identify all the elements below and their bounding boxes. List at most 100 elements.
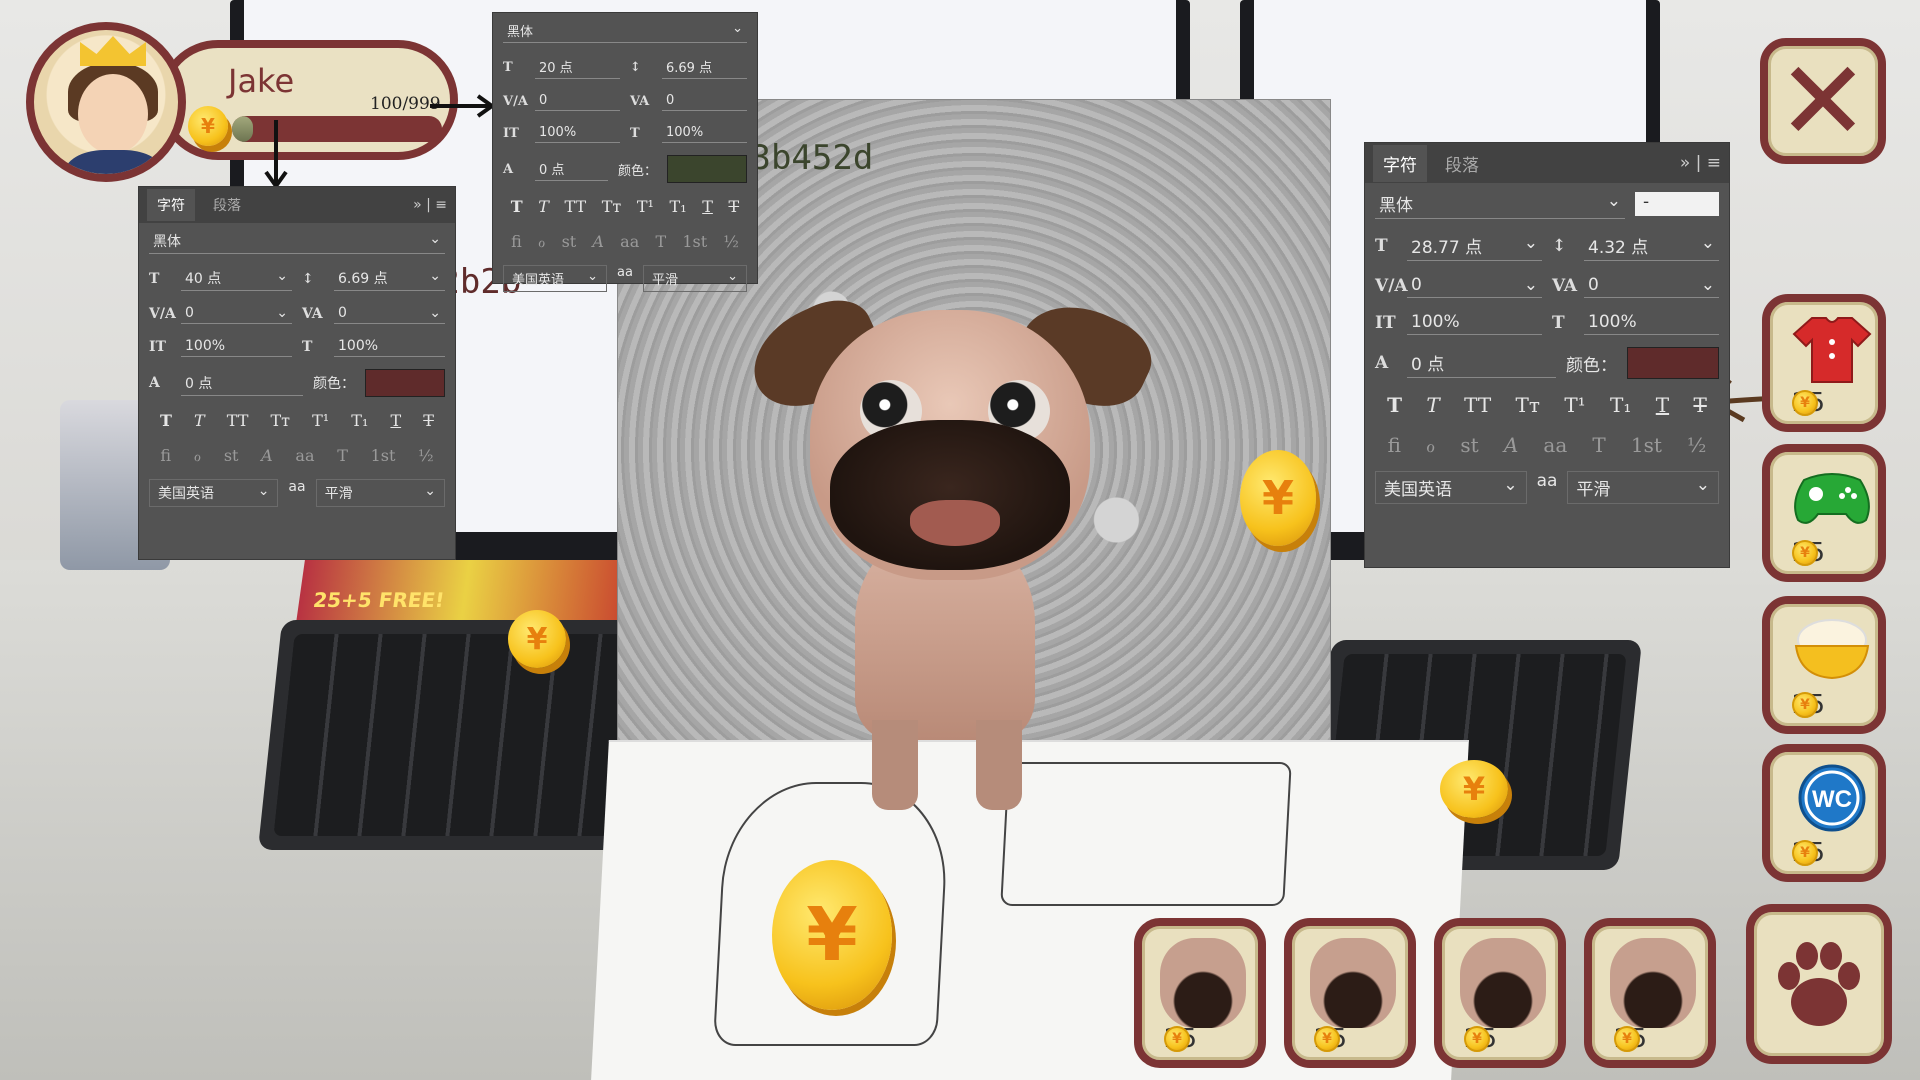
antialias-select[interactable]: 平滑 ⌄ — [642, 265, 747, 292]
progress-fill — [232, 116, 253, 142]
pug-3d-model[interactable] — [737, 286, 1170, 820]
pug-face-icon — [1460, 938, 1546, 1028]
opentype-row[interactable]: fi ℴ st Aaa T 1st ½ — [139, 438, 455, 473]
font-size-icon: T — [1375, 236, 1388, 256]
price-tag: ¥25 — [1792, 388, 1825, 418]
font-family-select[interactable]: 黑体 ⌄ — [503, 19, 747, 43]
language-select[interactable]: 美国英语 ⌄ — [149, 479, 279, 507]
language-select[interactable]: 美国英语 ⌄ — [503, 265, 608, 292]
baseline-field[interactable]: 0 点 — [535, 157, 608, 181]
price-tag: ¥25 — [1792, 538, 1825, 568]
yuan-coin-icon: ¥ — [1792, 390, 1818, 416]
baseline-field[interactable]: 0 点 — [1407, 348, 1556, 378]
leading-icon: ↕ — [630, 59, 641, 75]
pet-slot[interactable]: ¥25 — [1134, 918, 1266, 1068]
tracking-field[interactable]: 0 ⌄ — [1584, 273, 1719, 298]
pet-slot[interactable]: ¥25 — [1434, 918, 1566, 1068]
color-label: 颜色： — [313, 376, 355, 392]
baseline-field[interactable]: 0 点 — [181, 371, 303, 396]
leading-field[interactable]: 4.32 点 ⌄ — [1584, 231, 1719, 261]
font-family-select[interactable]: 黑体 ⌄ — [1375, 189, 1625, 219]
tab-paragraph[interactable]: 段落 — [203, 189, 251, 221]
tab-character[interactable]: 字符 — [147, 189, 195, 221]
pet-slot[interactable]: ¥25 — [1284, 918, 1416, 1068]
hscale-field[interactable]: 100% — [662, 123, 747, 143]
glyph-style-row[interactable]: T T TT Tт T¹ T₁ T T — [1365, 385, 1729, 425]
price-tag: ¥25 — [1164, 1024, 1197, 1054]
leading-field[interactable]: 6.69 点 — [662, 55, 747, 79]
yuan-coin-icon: ¥ — [1792, 840, 1818, 866]
avatar[interactable] — [26, 22, 186, 182]
yuan-coin-icon[interactable]: ¥ — [508, 610, 566, 668]
crown-icon — [80, 36, 146, 66]
shop-item-toilet[interactable]: WC ¥25 — [1762, 744, 1886, 882]
pug-leg — [872, 720, 918, 810]
kerning-field[interactable]: 0 ⌄ — [1407, 273, 1542, 298]
color-label: 颜色： — [617, 163, 657, 179]
shop-item-food-bowl[interactable]: ¥25 — [1762, 596, 1886, 734]
shop-item-shirt[interactable]: ¥25 — [1762, 294, 1886, 432]
pets-menu-button[interactable] — [1746, 904, 1892, 1064]
close-button[interactable]: ✕ — [1760, 38, 1886, 164]
vscale-field[interactable]: 100% — [1407, 310, 1542, 335]
antialias-select[interactable]: 平滑 ⌄ — [315, 479, 446, 507]
tracking-field[interactable]: 0 — [662, 91, 747, 111]
player-name: Jake — [228, 62, 295, 100]
kerning-field[interactable]: 0 ⌄ — [181, 303, 292, 324]
hscale-field[interactable]: 100% — [334, 336, 445, 357]
baseline-icon: A — [1375, 353, 1389, 373]
hscale-field[interactable]: 100% — [1584, 310, 1719, 335]
pet-slot[interactable]: ¥25 — [1584, 918, 1716, 1068]
tab-paragraph[interactable]: 段落 — [1435, 145, 1489, 182]
aa-label: aa — [288, 479, 306, 495]
close-icon: ✕ — [1776, 37, 1870, 165]
font-size-icon: T — [149, 270, 160, 287]
antialias-select[interactable]: 平滑 ⌄ — [1567, 471, 1719, 504]
shop-item-gamepad[interactable]: ¥25 — [1762, 444, 1886, 582]
font-size-field[interactable]: 28.77 点 ⌄ — [1407, 231, 1542, 261]
color-swatch[interactable] — [365, 369, 445, 397]
color-swatch[interactable] — [1627, 347, 1719, 379]
yuan-coin-icon[interactable]: ¥ — [772, 860, 892, 1010]
price-tag: ¥25 — [1314, 1024, 1347, 1054]
vscale-field[interactable]: 100% — [181, 336, 292, 357]
baseline-icon: A — [503, 161, 514, 177]
food-bowl-icon — [1794, 619, 1870, 680]
yuan-coin-icon[interactable]: ¥ — [1240, 450, 1316, 546]
glyph-style-row[interactable]: T T TT Tт T¹ T₁ T T — [139, 403, 455, 438]
language-select[interactable]: 美国英语 ⌄ — [1375, 471, 1527, 504]
price-tag: ¥25 — [1792, 690, 1825, 720]
pug-muzzle — [830, 420, 1070, 570]
vscale-field[interactable]: 100% — [535, 123, 620, 143]
yuan-coin-icon[interactable]: ¥ — [1440, 760, 1508, 818]
font-style-field[interactable]: - — [1635, 192, 1719, 216]
tracking-field[interactable]: 0 ⌄ — [334, 303, 445, 324]
gamepad-icon — [1794, 473, 1870, 524]
pug-face-icon — [1310, 938, 1396, 1028]
price-tag: ¥25 — [1614, 1024, 1647, 1054]
opentype-row[interactable]: fi ℴ st Aaa T 1st ½ — [493, 224, 757, 259]
vscale-icon: IT — [149, 338, 166, 355]
font-family-select[interactable]: 黑体 ⌄ — [149, 229, 445, 254]
opentype-row[interactable]: fi ℴ st Aaa T 1st ½ — [1365, 425, 1729, 465]
yuan-coin-icon: ¥ — [1792, 692, 1818, 718]
yuan-coin-icon: ¥ — [1314, 1026, 1340, 1052]
kerning-icon: V/A — [1375, 275, 1408, 296]
vscale-icon: IT — [503, 125, 519, 141]
font-size-field[interactable]: 40 点 ⌄ — [181, 266, 292, 291]
progress-bar — [232, 116, 442, 142]
tracking-icon: VA — [630, 93, 650, 109]
panel-menu-icon[interactable]: » | ≡ — [413, 197, 447, 213]
font-size-field[interactable]: 20 点 — [535, 55, 620, 79]
vscale-icon: IT — [1375, 312, 1396, 333]
color-swatch[interactable] — [667, 155, 747, 183]
kerning-field[interactable]: 0 — [535, 91, 620, 111]
panel-menu-icon[interactable]: » | ≡ — [1680, 153, 1721, 173]
glyph-style-row[interactable]: T T TT Tт T¹ T₁ T T — [493, 189, 757, 224]
pug-head — [810, 310, 1090, 580]
tab-character[interactable]: 字符 — [1373, 144, 1427, 182]
hscale-icon: T — [302, 338, 313, 355]
tracking-icon: VA — [1552, 275, 1578, 296]
hscale-icon: T — [630, 125, 640, 141]
leading-field[interactable]: 6.69 点 ⌄ — [334, 266, 445, 291]
